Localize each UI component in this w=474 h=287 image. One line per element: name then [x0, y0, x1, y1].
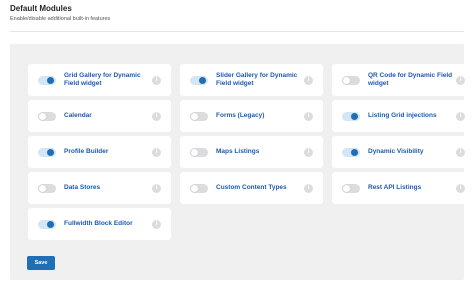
toggle-knob: [47, 220, 54, 228]
toggle-knob: [39, 112, 46, 120]
toggle-knob: [351, 112, 358, 120]
info-glyph: i: [307, 77, 310, 83]
toggle-knob: [343, 76, 350, 84]
toggle-knob: [47, 76, 54, 84]
module-toggle[interactable]: [38, 219, 56, 229]
header-divider: [10, 31, 464, 32]
module-toggle[interactable]: [342, 147, 360, 157]
module-label: Fullwidth Block Editor: [64, 220, 133, 227]
save-button[interactable]: Save: [27, 256, 55, 270]
info-icon[interactable]: i: [304, 183, 313, 193]
module-card: Data Stores i: [28, 172, 171, 204]
module-toggle[interactable]: [190, 147, 208, 157]
module-toggle[interactable]: [342, 183, 360, 193]
info-glyph: i: [459, 185, 462, 191]
toggle-knob: [39, 184, 46, 192]
toggle-knob: [47, 148, 54, 156]
module-label: Custom Content Types: [216, 184, 287, 191]
module-label: Listing Grid injections: [368, 112, 437, 119]
module-card: Fullwidth Block Editor i: [28, 208, 171, 240]
info-glyph: i: [307, 149, 310, 155]
page-subtitle: Enable/disable additional built-in featu…: [10, 16, 111, 22]
info-glyph: i: [307, 185, 310, 191]
info-icon[interactable]: i: [152, 75, 161, 85]
module-toggle[interactable]: [342, 111, 360, 121]
module-card: Grid Gallery for Dynamic Field widget i: [28, 64, 171, 96]
info-icon[interactable]: i: [152, 183, 161, 193]
toggle-knob: [191, 184, 198, 192]
module-toggle[interactable]: [38, 75, 56, 85]
module-label: Forms (Legacy): [216, 112, 265, 119]
toggle-knob: [343, 184, 350, 192]
module-card: Calendar i: [28, 100, 171, 132]
module-toggle[interactable]: [190, 183, 208, 193]
module-toggle[interactable]: [342, 75, 360, 85]
module-label: Profile Builder: [64, 148, 109, 155]
info-icon[interactable]: i: [456, 111, 465, 121]
info-icon[interactable]: i: [304, 75, 313, 85]
module-card: QR Code for Dynamic Field widget i: [332, 64, 474, 96]
info-glyph: i: [155, 149, 158, 155]
module-toggle[interactable]: [38, 147, 56, 157]
module-label: Slider Gallery for Dynamic Field widget: [216, 72, 298, 87]
info-icon[interactable]: i: [152, 147, 161, 157]
info-icon[interactable]: i: [152, 219, 161, 229]
module-card: Listing Grid injections i: [332, 100, 474, 132]
page-header: Default Modules Enable/disable additiona…: [10, 3, 110, 24]
module-label: Rest API Listings: [368, 184, 422, 191]
info-glyph: i: [155, 185, 158, 191]
module-toggle[interactable]: [38, 183, 56, 193]
module-card: Dynamic Visibility i: [332, 136, 474, 168]
toggle-knob: [191, 112, 198, 120]
info-glyph: i: [459, 77, 462, 83]
info-glyph: i: [155, 221, 158, 227]
module-toggle[interactable]: [190, 111, 208, 121]
module-card: Slider Gallery for Dynamic Field widget …: [180, 64, 323, 96]
info-glyph: i: [459, 113, 462, 119]
toggle-knob: [191, 148, 198, 156]
info-icon[interactable]: i: [304, 147, 313, 157]
module-label: Dynamic Visibility: [368, 148, 424, 155]
toggle-knob: [351, 148, 358, 156]
info-icon[interactable]: i: [456, 147, 465, 157]
module-card: Maps Listings i: [180, 136, 323, 168]
modules-grid: Grid Gallery for Dynamic Field widget i …: [28, 64, 474, 240]
info-glyph: i: [459, 149, 462, 155]
module-toggle[interactable]: [38, 111, 56, 121]
module-toggle[interactable]: [190, 75, 208, 85]
module-label: Maps Listings: [216, 148, 260, 155]
toggle-knob: [199, 76, 206, 84]
module-card: Profile Builder i: [28, 136, 171, 168]
info-icon[interactable]: i: [152, 111, 161, 121]
module-label: Calendar: [64, 112, 92, 119]
info-glyph: i: [155, 113, 158, 119]
info-glyph: i: [307, 113, 310, 119]
info-icon[interactable]: i: [304, 111, 313, 121]
info-glyph: i: [155, 77, 158, 83]
page-title: Default Modules: [10, 4, 72, 13]
module-card: Custom Content Types i: [180, 172, 323, 204]
module-label: QR Code for Dynamic Field widget: [368, 72, 453, 87]
info-icon[interactable]: i: [456, 183, 465, 193]
module-card: Forms (Legacy) i: [180, 100, 323, 132]
module-label: Data Stores: [64, 184, 101, 191]
module-card: Rest API Listings i: [332, 172, 474, 204]
module-label: Grid Gallery for Dynamic Field widget: [64, 72, 141, 87]
info-icon[interactable]: i: [456, 75, 465, 85]
